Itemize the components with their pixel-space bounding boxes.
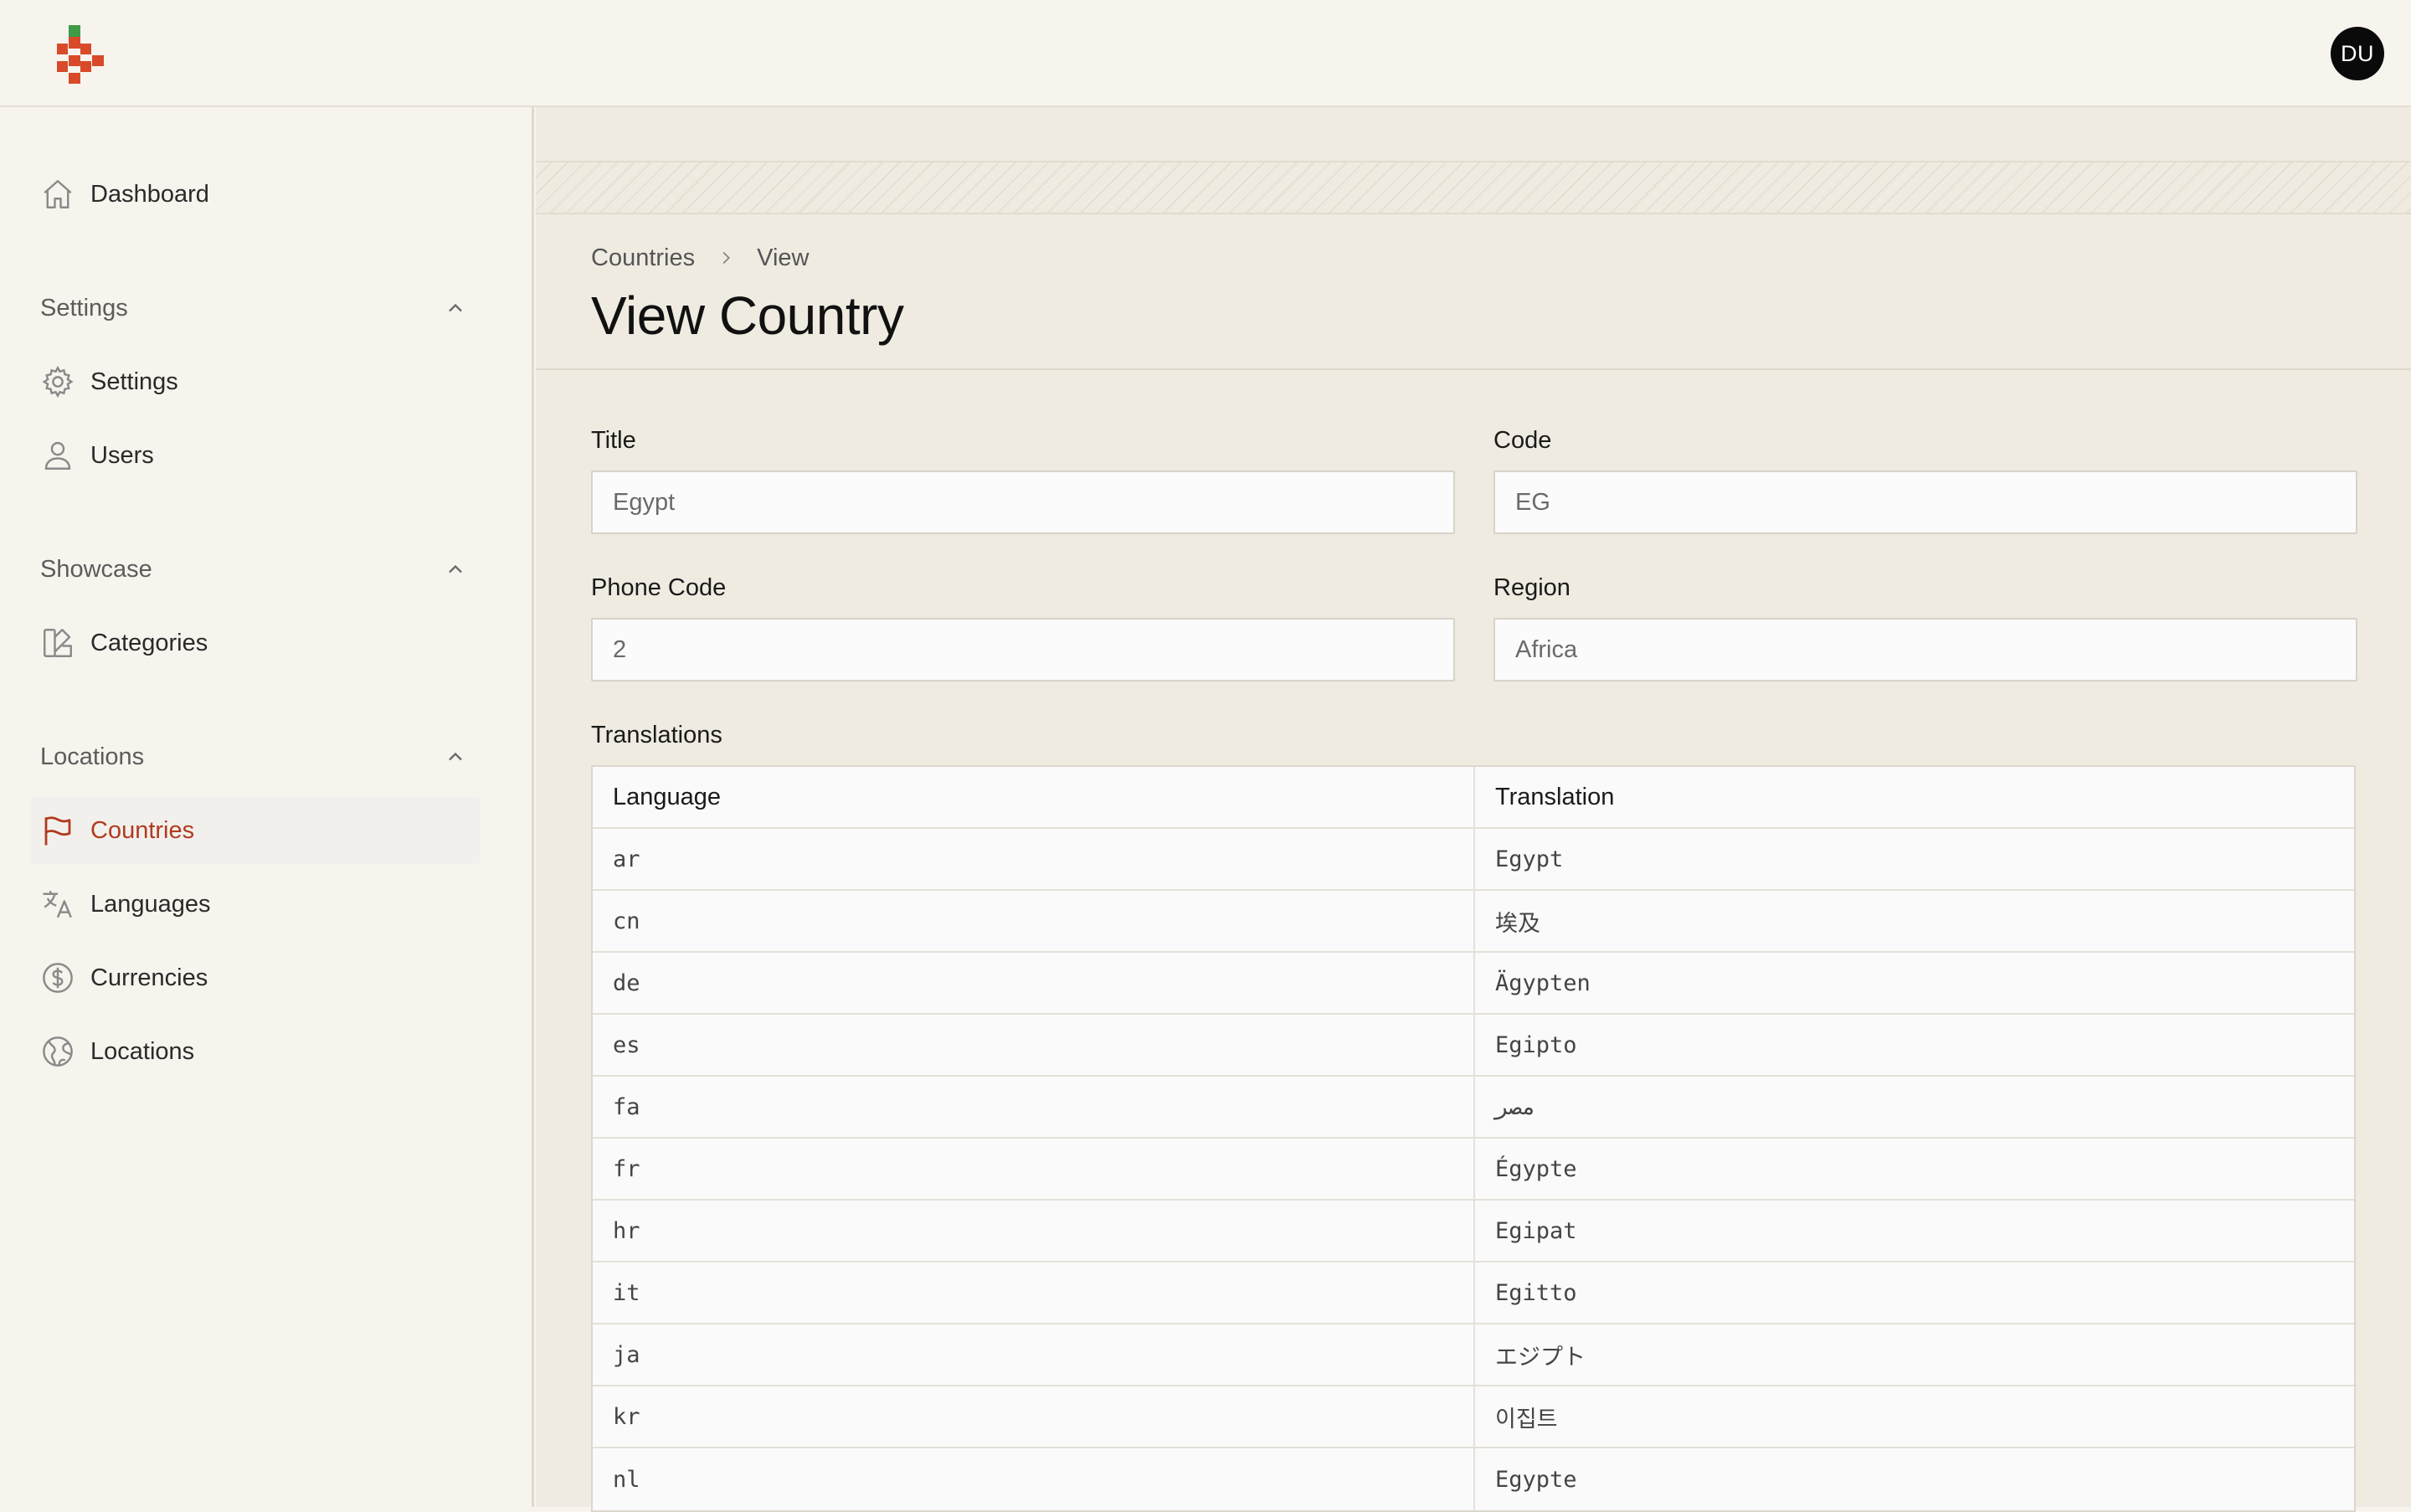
sidebar-item-dashboard[interactable]: Dashboard xyxy=(30,161,481,228)
title-label: Title xyxy=(591,427,636,454)
checkered-logo-icon[interactable] xyxy=(57,25,105,84)
language-code-cell: fr xyxy=(613,1155,640,1182)
chevron-up-icon xyxy=(449,303,462,312)
language-code-cell: cn xyxy=(613,908,640,934)
language-code-cell: ja xyxy=(613,1341,640,1368)
table-header-row: Language Translation xyxy=(593,767,2354,829)
divider xyxy=(536,368,2411,370)
language-code-cell: hr xyxy=(613,1217,640,1244)
sidebar-item-users[interactable]: Users xyxy=(30,422,481,489)
breadcrumb-link-countries[interactable]: Countries xyxy=(591,244,695,272)
translation-cell: Egipto xyxy=(1473,1015,2354,1075)
section-toggle-showcase[interactable]: Showcase xyxy=(40,544,467,594)
table-row: ar Egypt xyxy=(593,829,2354,891)
section-label: Locations xyxy=(40,743,145,770)
sidebar-item-categories[interactable]: Categories xyxy=(30,609,481,676)
sidebar-item-label: Users xyxy=(90,441,154,469)
flag-icon xyxy=(30,797,90,864)
translate-icon xyxy=(30,871,90,938)
sidebar-item-countries[interactable]: Countries xyxy=(30,797,481,864)
translation-cell: エジプト xyxy=(1473,1324,2354,1385)
table-row: cn 埃及 xyxy=(593,891,2354,953)
code-label: Code xyxy=(1493,427,1552,454)
region-label: Region xyxy=(1493,574,1570,601)
section-toggle-locations[interactable]: Locations xyxy=(40,732,467,782)
table-row: de Ägypten xyxy=(593,953,2354,1015)
sidebar-item-label: Locations xyxy=(90,1037,195,1065)
table-row: ja エジプト xyxy=(593,1324,2354,1386)
language-code-cell: ar xyxy=(613,846,640,872)
translation-cell: Égypte xyxy=(1473,1139,2354,1199)
translation-cell: Egypte xyxy=(1473,1448,2354,1510)
table-row: nl Egypte xyxy=(593,1448,2354,1510)
sidebar-item-label: Countries xyxy=(90,816,195,844)
dollar-circle-icon xyxy=(30,944,90,1011)
avatar[interactable]: DU xyxy=(2331,27,2384,80)
sidebar-item-label: Languages xyxy=(90,890,211,918)
user-icon xyxy=(30,422,90,489)
language-code-cell: kr xyxy=(613,1403,640,1430)
column-header-language: Language xyxy=(613,783,722,810)
translation-cell: Egypt xyxy=(1473,829,2354,889)
chevron-up-icon xyxy=(449,752,462,761)
translation-cell: 埃及 xyxy=(1473,891,2354,951)
table-row: fa مصر xyxy=(593,1077,2354,1139)
gear-icon xyxy=(30,348,90,415)
translation-cell: 이집트 xyxy=(1473,1386,2354,1447)
sidebar-item-settings[interactable]: Settings xyxy=(30,348,481,415)
top-bar: DU xyxy=(0,0,2411,107)
sidebar-item-label: Dashboard xyxy=(90,180,209,208)
column-header-translation: Translation xyxy=(1473,767,2354,827)
hatched-band xyxy=(536,161,2411,214)
language-code-cell: it xyxy=(613,1279,640,1306)
title-field[interactable] xyxy=(591,471,1455,534)
sidebar-item-locations[interactable]: Locations xyxy=(30,1018,481,1085)
language-code-cell: nl xyxy=(613,1466,640,1493)
translations-table: Language Translation ar Egypt cn 埃及 de Ägypte… xyxy=(591,765,2356,1512)
language-code-cell: de xyxy=(613,969,640,996)
home-icon xyxy=(30,161,90,228)
breadcrumb: Countries View xyxy=(591,241,809,275)
breadcrumb-current: View xyxy=(757,244,810,271)
sidebar-item-languages[interactable]: Languages xyxy=(30,871,481,938)
sidebar-item-currencies[interactable]: Currencies xyxy=(30,944,481,1011)
table-row: it Egitto xyxy=(593,1263,2354,1324)
section-toggle-settings[interactable]: Settings xyxy=(40,283,467,333)
sidebar: Dashboard Settings Settings Users Showca… xyxy=(0,107,534,1507)
translation-cell: Egipat xyxy=(1473,1201,2354,1261)
chevron-up-icon xyxy=(449,564,462,573)
language-code-cell: fa xyxy=(613,1093,640,1120)
translation-cell: مصر xyxy=(1473,1077,2354,1137)
sidebar-item-label: Settings xyxy=(90,368,178,395)
phone-code-field[interactable] xyxy=(591,618,1455,681)
page-title: View Country xyxy=(591,285,904,346)
section-label: Settings xyxy=(40,294,128,321)
language-code-cell: es xyxy=(613,1031,640,1058)
globe-icon xyxy=(30,1018,90,1085)
region-field[interactable] xyxy=(1493,618,2357,681)
table-row: es Egipto xyxy=(593,1015,2354,1077)
translations-label: Translations xyxy=(591,722,722,748)
translation-cell: Ägypten xyxy=(1473,953,2354,1013)
table-row: fr Égypte xyxy=(593,1139,2354,1201)
chevron-right-icon xyxy=(717,249,735,267)
main-content: Countries View View Country Title Code P… xyxy=(536,107,2411,1512)
sidebar-item-label: Currencies xyxy=(90,964,208,991)
section-label: Showcase xyxy=(40,555,152,583)
table-row: kr 이집트 xyxy=(593,1386,2354,1448)
translation-cell: Egitto xyxy=(1473,1263,2354,1323)
swatch-icon xyxy=(30,609,90,676)
sidebar-item-label: Categories xyxy=(90,629,208,656)
table-row: hr Egipat xyxy=(593,1201,2354,1263)
table-body: ar Egypt cn 埃及 de Ägypten es Egipto fa مصر fr Égypt… xyxy=(593,829,2354,1510)
phone-code-label: Phone Code xyxy=(591,574,727,601)
code-field[interactable] xyxy=(1493,471,2357,534)
